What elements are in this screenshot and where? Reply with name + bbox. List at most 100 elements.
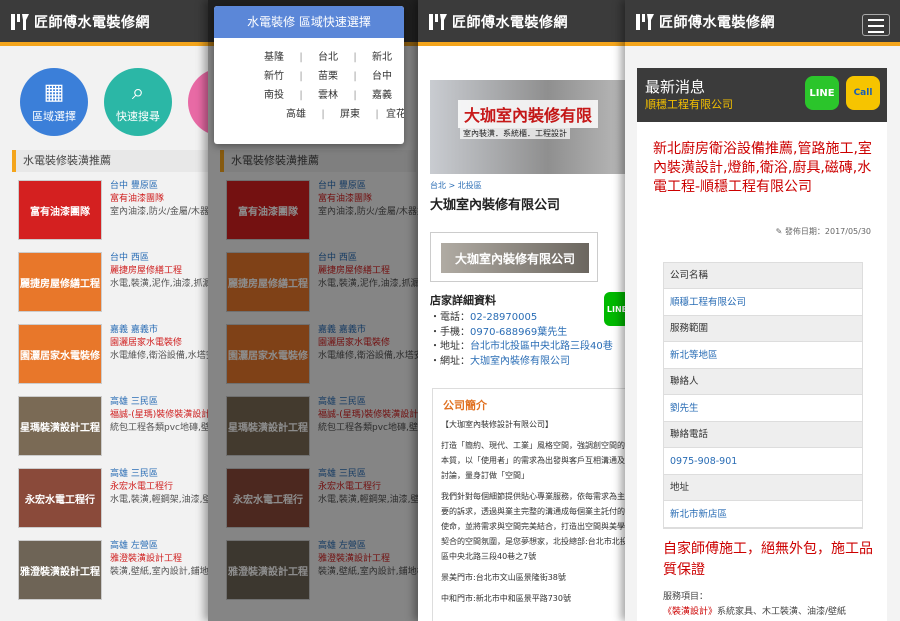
info-value[interactable]: 新北市新店區 [664, 501, 862, 528]
company-logo: 大珈室內裝修有限公司 [430, 232, 598, 282]
listing-name[interactable]: 富有油漆團隊 [110, 193, 215, 206]
intro-paragraph: 中和門市:新北市中和區景平路730號 [441, 594, 571, 603]
region-link[interactable]: 宜花東 [384, 105, 404, 124]
intro-heading: 公司簡介 [443, 399, 487, 412]
article-screen: 匠師傅水電裝修網 最新消息 順穩工程有限公司 LINE Call 新北廚房衛浴設… [625, 0, 900, 621]
site-logo[interactable]: 匠師傅水電裝修網 [8, 9, 150, 35]
listing-item[interactable]: 園灑居家水電裝修 嘉義 嘉義市 園灑居家水電裝修 水電維修,衛浴設備,水塔安裝 [18, 324, 215, 386]
listing-thumbnail[interactable]: 麗捷房屋修繕工程 [18, 252, 102, 312]
info-value[interactable]: 新北等地區 [664, 342, 862, 369]
listing-item[interactable]: 永宏水電工程行 高雄 三民區 永宏水電工程行 水電,裝潢,輕鋼架,油漆,壁紙 [18, 468, 215, 530]
listing-name[interactable]: 永宏水電工程行 [110, 481, 215, 494]
region-link[interactable]: 苗栗 [308, 67, 348, 86]
info-key: 服務範圍 [664, 316, 862, 342]
site-name: 匠師傅水電裝修網 [34, 15, 150, 31]
info-key: 聯絡人 [664, 369, 862, 395]
info-key: 公司名稱 [664, 263, 862, 289]
contact-label: ・網址： [430, 355, 470, 367]
region-separator: | [402, 48, 404, 67]
info-value[interactable]: 0975-908-901 [664, 448, 862, 475]
listing-text: 嘉義 嘉義市 園灑居家水電裝修 水電維修,衛浴設備,水塔安裝 [110, 324, 215, 363]
listing-text: 台中 豐原區富有油漆團隊 室內油漆,防火/金屬/木器塗 [110, 180, 215, 219]
region-link[interactable]: 嘉義 [362, 86, 402, 105]
info-key: 聯絡電話 [664, 422, 862, 448]
listing-text: 高雄 三民區 永宏水電工程行 水電,裝潢,輕鋼架,油漆,壁紙 [110, 468, 215, 507]
listing-location: 台中 西區 [110, 253, 149, 263]
listing-name[interactable]: 福誠-(星瑪)裝修裝潢設計 [110, 409, 215, 422]
region-link[interactable]: 高雄 [276, 105, 316, 124]
info-key: 地址 [664, 475, 862, 501]
intro-paragraph: 【大珈室內裝修設計有限公司】 [441, 420, 553, 429]
region-link[interactable]: 台中 [362, 67, 402, 86]
listing-location: 高雄 左營區 [110, 541, 158, 551]
region-link[interactable]: 台北 [308, 48, 348, 67]
contact-row: ・網址：大珈室內裝修有限公司 [430, 355, 613, 370]
region-link[interactable]: 南投 [254, 86, 294, 105]
intro-paragraph: 打造「簡約、現代、工業」風格空間，強調創空間的本質，以「使用者」的需求為出發與客… [441, 441, 625, 480]
intro-paragraph: 我們針對每個細節提供貼心專業服務，依每需求為主要的訴求，透過與業主完整的溝通成每… [441, 492, 628, 561]
site-logo[interactable]: 匠師傅水電裝修網 [633, 9, 775, 35]
region-row: 新竹|苗栗|台中|彰 [218, 67, 404, 86]
listing-location: 高雄 三民區 [110, 469, 158, 479]
call-button[interactable]: Call [846, 76, 880, 110]
company-title: 大珈室內裝修有限公司 [430, 198, 561, 213]
listing-name[interactable]: 園灑居家水電裝修 [110, 337, 215, 350]
listing-name[interactable]: 麗捷房屋修繕工程 [110, 265, 215, 278]
listing-thumbnail[interactable]: 富有油漆團隊 [18, 180, 102, 240]
line-button[interactable]: LINE [805, 76, 839, 110]
contact-value[interactable]: 大珈室內裝修有限公司 [470, 356, 570, 367]
region-separator: | [375, 109, 379, 120]
listing-thumbnail[interactable]: 星瑪裝潢設計工程 [18, 396, 102, 456]
contact-value[interactable]: 02-28970005 [470, 312, 537, 323]
region-separator: | [353, 90, 357, 101]
region-separator: | [353, 52, 357, 63]
site-logo[interactable]: 匠師傅水電裝修網 [426, 9, 568, 35]
listing-desc: 水電維修,衛浴設備,水塔安裝 [110, 351, 215, 361]
news-company[interactable]: 順穩工程有限公司 [645, 96, 733, 112]
region-select-button[interactable]: ▦ 區域選擇 [20, 68, 88, 136]
details-heading: 店家詳細資料 [430, 294, 496, 307]
listing-location: 台中 豐原區 [110, 181, 158, 191]
contact-row: ・手機：0970-688969葉先生 [430, 326, 613, 341]
contact-value[interactable]: 0970-688969葉先生 [470, 327, 567, 338]
top-bar: 匠師傅水電裝修網 [625, 0, 900, 46]
region-separator: | [299, 52, 303, 63]
intro-paragraph: 景美門市:台北市文山區景隆街38號 [441, 573, 566, 582]
region-link[interactable]: 屏東 [330, 105, 370, 124]
region-link[interactable]: 基隆 [254, 48, 294, 67]
menu-icon[interactable] [862, 14, 890, 36]
listing-thumbnail[interactable]: 園灑居家水電裝修 [18, 324, 102, 384]
company-info-table: 公司名稱 順穩工程有限公司 服務範圍 新北等地區 聯絡人 劉先生 聯絡電話 0975-908-… [663, 262, 863, 529]
listing-item[interactable]: 雅澄裝潢設計工程 高雄 左營區 雅澄裝潢設計工程 裝潢,壁紙,室內設計,鋪地板 [18, 540, 215, 602]
listing-name[interactable]: 雅澄裝潢設計工程 [110, 553, 215, 566]
listing-item[interactable]: 星瑪裝潢設計工程 高雄 三民區 福誠-(星瑪)裝修裝潢設計 統包工程各類pvc地磚,壁… [18, 396, 215, 458]
info-value[interactable]: 劉先生 [664, 395, 862, 422]
home-screen: 匠師傅水電裝修網 ▦ 區域選擇 ⌕ 快速搜尋 ☰ 最 水電裝修裝潢推薦 富有油漆… [0, 0, 215, 621]
listing-thumbnail[interactable]: 雅澄裝潢設計工程 [18, 540, 102, 600]
breadcrumb[interactable]: 台北 > 北投區 [430, 180, 482, 191]
info-value[interactable]: 順穩工程有限公司 [664, 289, 862, 316]
intro-text: 【大珈室內裝修設計有限公司】打造「簡約、現代、工業」風格空間，強調創空間的本質，… [441, 417, 631, 612]
region-link[interactable]: 雲林 [308, 86, 348, 105]
listing-thumbnail[interactable]: 永宏水電工程行 [18, 468, 102, 528]
region-row: 南投|雲林|嘉義|台 [218, 86, 404, 105]
region-separator: | [299, 71, 303, 82]
listing-item[interactable]: 富有油漆團隊 台中 豐原區 富有油漆團隊 室內油漆,防火/金屬/木器塗 [18, 180, 215, 242]
region-link[interactable]: 新北 [362, 48, 402, 67]
region-grid: 基隆|台北|新北|桃新竹|苗栗|台中|彰南投|雲林|嘉義|台高雄|屏東|宜花東 [214, 38, 404, 124]
contact-value[interactable]: 台北市北投區中央北路三段40巷 [470, 341, 613, 352]
site-name: 匠師傅水電裝修網 [452, 15, 568, 31]
publish-date-text: 發佈日期：2017/05/30 [784, 227, 871, 236]
service-label: 服務項目： [663, 592, 709, 602]
service-rest: 系統家具、木工裝潢、油漆/壁紙 [717, 607, 847, 617]
region-link[interactable]: 新竹 [254, 67, 294, 86]
quick-search-button[interactable]: ⌕ 快速搜尋 [104, 68, 172, 136]
tools-logo-icon [429, 14, 447, 30]
listing-item[interactable]: 麗捷房屋修繕工程 台中 西區 麗捷房屋修繕工程 水電,裝潢,泥作,油漆,抓漏修 [18, 252, 215, 314]
article-title: 新北廚房衛浴設備推薦,管路施工,室內裝潢設計,燈飾,衛浴,廚具,磁磚,水電工程-… [653, 141, 872, 195]
listing-text: 高雄 左營區 雅澄裝潢設計工程 裝潢,壁紙,室內設計,鋪地板 [110, 540, 215, 579]
top-bar: 匠師傅水電裝修網 [0, 0, 215, 46]
service-item: 《裝潢設計》 [663, 607, 718, 617]
banner-title: 大珈室內裝修有限 [458, 100, 599, 128]
listing-desc: 室內油漆,防火/金屬/木器塗 [110, 207, 215, 217]
